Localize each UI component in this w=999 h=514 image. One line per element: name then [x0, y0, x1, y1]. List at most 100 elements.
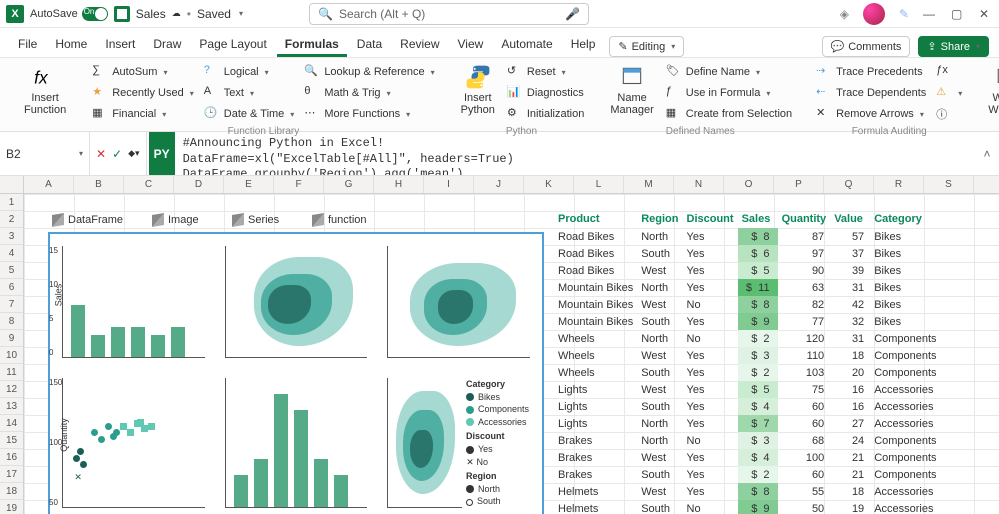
- tab-insert[interactable]: Insert: [97, 31, 143, 57]
- table-row[interactable]: Road BikesWestYes$ 59039Bikes: [554, 262, 944, 279]
- text-button[interactable]: AText▾: [200, 83, 299, 103]
- col-header[interactable]: C: [124, 176, 174, 193]
- table-row[interactable]: WheelsNorthNo$ 212031Components: [554, 330, 944, 347]
- formula-input[interactable]: #Announcing Python in Excel! DataFrame=x…: [175, 132, 975, 175]
- maximize-button[interactable]: ▢: [951, 7, 965, 21]
- row-header[interactable]: 10: [0, 347, 23, 364]
- col-header[interactable]: G: [324, 176, 374, 193]
- table-row[interactable]: LightsWestYes$ 57516Accessories: [554, 381, 944, 398]
- table-row[interactable]: Road BikesSouthYes$ 69737Bikes: [554, 245, 944, 262]
- reset-button[interactable]: ↺Reset▾: [503, 62, 588, 82]
- recently-used-button[interactable]: ★Recently Used▾: [88, 83, 198, 103]
- col-header[interactable]: E: [224, 176, 274, 193]
- cell-image[interactable]: Image: [150, 211, 199, 228]
- col-header[interactable]: B: [74, 176, 124, 193]
- table-header[interactable]: Sales: [738, 211, 778, 228]
- table-row[interactable]: Mountain BikesNorthYes$ 116331Bikes: [554, 279, 944, 296]
- col-header[interactable]: L: [574, 176, 624, 193]
- tab-formulas[interactable]: Formulas: [277, 31, 347, 57]
- table-row[interactable]: Mountain BikesSouthYes$ 97732Bikes: [554, 313, 944, 330]
- col-header[interactable]: R: [874, 176, 924, 193]
- row-header[interactable]: 9: [0, 330, 23, 347]
- table-row[interactable]: LightsNorthYes$ 76027Accessories: [554, 415, 944, 432]
- col-header[interactable]: D: [174, 176, 224, 193]
- table-row[interactable]: HelmetsSouthNo$ 95019Accessories: [554, 500, 944, 514]
- cancel-icon[interactable]: ✕: [96, 147, 106, 161]
- mic-icon[interactable]: 🎤: [565, 7, 580, 21]
- table-row[interactable]: BrakesWestYes$ 410021Components: [554, 449, 944, 466]
- name-box[interactable]: B2▾: [0, 132, 90, 175]
- python-chart-output[interactable]: Sales 151050: [48, 232, 544, 514]
- row-header[interactable]: 19: [0, 500, 23, 514]
- trace-dependents-button[interactable]: ⇠Trace Dependents: [812, 83, 930, 103]
- tab-data[interactable]: Data: [349, 31, 390, 57]
- col-header[interactable]: Q: [824, 176, 874, 193]
- comments-button[interactable]: 💬Comments: [822, 36, 911, 57]
- row-header[interactable]: 12: [0, 381, 23, 398]
- table-header[interactable]: Category: [870, 211, 944, 228]
- name-manager-button[interactable]: Name Manager: [604, 62, 659, 124]
- table-row[interactable]: LightsSouthYes$ 46016Accessories: [554, 398, 944, 415]
- col-header[interactable]: P: [774, 176, 824, 193]
- watch-window-button[interactable]: Watch Window: [982, 62, 999, 118]
- remove-arrows-button[interactable]: ✕Remove Arrows▾: [812, 104, 930, 124]
- row-header[interactable]: 14: [0, 415, 23, 432]
- select-all-corner[interactable]: [0, 176, 23, 194]
- error-checking-button[interactable]: ⚠▾: [932, 83, 966, 103]
- initialization-button[interactable]: ⚙Initialization: [503, 104, 588, 124]
- confirm-icon[interactable]: ✓: [112, 147, 122, 161]
- grid-body[interactable]: DataFrame Image Series function Sales 15…: [24, 194, 999, 514]
- autosave-toggle[interactable]: AutoSave: [30, 7, 108, 21]
- col-header[interactable]: I: [424, 176, 474, 193]
- share-button[interactable]: ⇪Share▾: [918, 36, 989, 57]
- tab-pagelayout[interactable]: Page Layout: [191, 31, 274, 57]
- tab-help[interactable]: Help: [563, 31, 604, 57]
- table-row[interactable]: Mountain BikesWestNo$ 88242Bikes: [554, 296, 944, 313]
- insert-function-button[interactable]: fx Insert Function: [18, 62, 72, 118]
- row-header[interactable]: 6: [0, 279, 23, 296]
- insert-python-button[interactable]: Insert Python: [455, 62, 501, 124]
- tab-automate[interactable]: Automate: [493, 31, 560, 57]
- table-row[interactable]: Road BikesNorthYes$ 88757Bikes: [554, 228, 944, 245]
- table-header[interactable]: Discount: [683, 211, 738, 228]
- define-name-button[interactable]: 🏷Define Name▾: [662, 62, 796, 82]
- row-header[interactable]: 16: [0, 449, 23, 466]
- pen-icon[interactable]: ✎: [899, 7, 909, 21]
- mathtrig-button[interactable]: θMath & Trig▾: [300, 83, 438, 103]
- col-header[interactable]: F: [274, 176, 324, 193]
- trace-precedents-button[interactable]: ⇢Trace Precedents: [812, 62, 930, 82]
- row-header[interactable]: 7: [0, 296, 23, 313]
- cell-dataframe[interactable]: DataFrame: [50, 211, 123, 228]
- row-header[interactable]: 1: [0, 194, 23, 211]
- table-header[interactable]: Product: [554, 211, 637, 228]
- use-in-formula-button[interactable]: ƒUse in Formula▾: [662, 83, 796, 103]
- minimize-button[interactable]: —: [923, 7, 937, 21]
- tab-home[interactable]: Home: [47, 31, 95, 57]
- autosum-button[interactable]: ∑AutoSum▾: [88, 62, 198, 82]
- table-row[interactable]: HelmetsWestYes$ 85518Accessories: [554, 483, 944, 500]
- data-table[interactable]: ProductRegionDiscountSalesQuantityValueC…: [554, 211, 944, 514]
- row-header[interactable]: 3: [0, 228, 23, 245]
- editing-mode[interactable]: ✎Editing▾: [609, 36, 684, 57]
- tab-view[interactable]: View: [450, 31, 492, 57]
- col-header[interactable]: M: [624, 176, 674, 193]
- table-header[interactable]: Region: [637, 211, 682, 228]
- col-header[interactable]: K: [524, 176, 574, 193]
- tab-draw[interactable]: Draw: [145, 31, 189, 57]
- row-header[interactable]: 2: [0, 211, 23, 228]
- close-button[interactable]: ✕: [979, 7, 993, 21]
- lookup-button[interactable]: 🔍Lookup & Reference▾: [300, 62, 438, 82]
- logical-button[interactable]: ?Logical▾: [200, 62, 299, 82]
- more-functions-button[interactable]: ⋯More Functions▾: [300, 104, 438, 124]
- row-header[interactable]: 8: [0, 313, 23, 330]
- row-header[interactable]: 17: [0, 466, 23, 483]
- cell-function[interactable]: function: [310, 211, 367, 228]
- table-row[interactable]: WheelsWestYes$ 311018Components: [554, 347, 944, 364]
- row-header[interactable]: 11: [0, 364, 23, 381]
- table-header[interactable]: Quantity: [778, 211, 831, 228]
- filename[interactable]: Sales: [136, 7, 166, 21]
- col-header[interactable]: N: [674, 176, 724, 193]
- col-header[interactable]: O: [724, 176, 774, 193]
- col-header[interactable]: J: [474, 176, 524, 193]
- col-header[interactable]: H: [374, 176, 424, 193]
